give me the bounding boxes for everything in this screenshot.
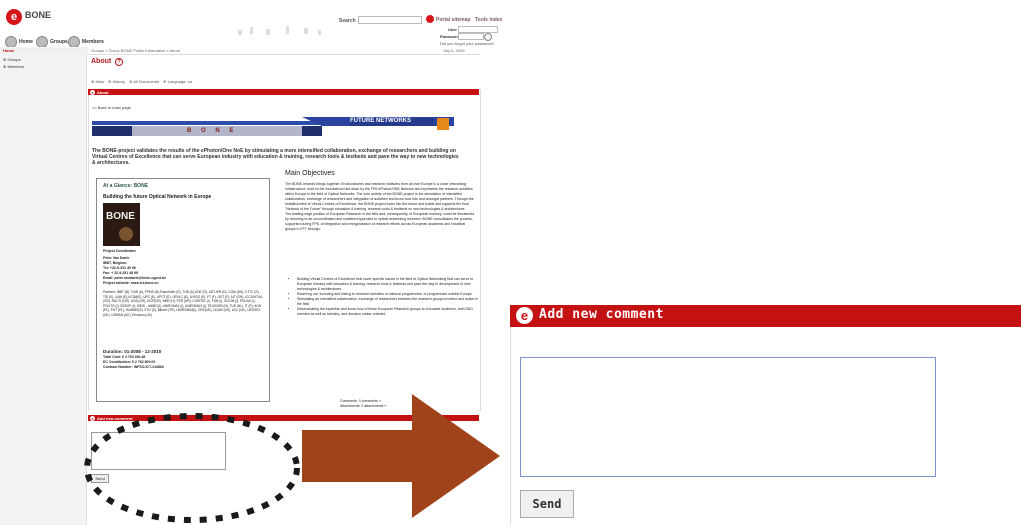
tab-language[interactable]: ⊕ Language: ca	[163, 79, 192, 84]
tab-main[interactable]: ⊕ Main	[91, 79, 104, 84]
site-logo-text[interactable]: BONE	[25, 10, 51, 20]
intro-text: The BONE-project validates the results o…	[92, 148, 459, 166]
panel-border	[510, 327, 511, 525]
e-logo-icon: e	[90, 89, 95, 95]
password-label: Password	[440, 34, 459, 39]
header-decoration	[238, 26, 321, 35]
help-icon[interactable]: ?	[115, 58, 123, 66]
main-objectives-text: The BONE-network brings together 49 labo…	[285, 182, 475, 231]
user-input[interactable]	[458, 26, 498, 33]
current-date: July 6, 2009	[443, 48, 465, 53]
tab-all-documents[interactable]: ⊕ All Documents	[129, 79, 159, 84]
content-tabs: ⊕ Main ⊕ History ⊕ All Documents ⊕ Langu…	[91, 79, 192, 84]
glance-title: At a Glance: BONE	[103, 183, 149, 189]
partners-text: Partners: IBBT (B), TUW (A), FPMS (B),Fr…	[103, 290, 263, 317]
list-item: Disseminating the expertise and know-how…	[297, 307, 480, 317]
coordinator-details: Peter Van Daele IBBT, Belgium Tel: +32-9…	[103, 256, 166, 285]
coordinator-label: Project Coordinator	[103, 249, 136, 253]
send-button[interactable]: Send	[520, 490, 574, 518]
main-objectives-title: Main Objectives	[285, 170, 335, 177]
left-sidebar	[0, 47, 87, 525]
bone-logo-image: BONE	[103, 203, 140, 246]
add-comment-title: Add new comment	[539, 307, 664, 322]
login-go-icon[interactable]	[484, 33, 492, 41]
list-item: Stimulating an intensified collaboration…	[297, 297, 480, 307]
banner-future-networks-text: FUTURE NETWORKS	[350, 118, 411, 124]
tools-index-link[interactable]: Tools index	[475, 17, 502, 23]
search-input[interactable]	[358, 16, 422, 24]
forgot-password-link[interactable]: Did you forget your password?	[440, 41, 494, 46]
tab-history[interactable]: ⊕ History	[108, 79, 125, 84]
nav-members-label: Members	[82, 39, 104, 45]
about-section-bar: e About	[88, 89, 479, 95]
comment-textarea[interactable]	[520, 357, 936, 477]
breadcrumb[interactable]: Groups » Group BONE Public Information »…	[91, 48, 180, 53]
search-go-icon[interactable]	[426, 15, 434, 23]
sidebar-item-members[interactable]: ⊕ Members	[3, 64, 24, 69]
portal-sitemap-link[interactable]: Portal sitemap	[436, 17, 470, 23]
page-title: About	[91, 58, 112, 65]
password-input[interactable]	[458, 33, 484, 40]
objectives-list: Building Virtual Centres of Excellence t…	[291, 277, 480, 317]
nav-home-label: Home	[19, 39, 33, 45]
contract-number-text: Contract Number: INFSO-ICT-216863	[103, 365, 164, 369]
glance-subtitle: Building the future Optical Network in E…	[103, 194, 212, 200]
logo-icon[interactable]: e	[6, 9, 22, 25]
search-label: Search	[339, 18, 356, 24]
zoom-arrow	[302, 394, 500, 518]
e-logo-icon: e	[516, 307, 533, 324]
divider	[88, 54, 480, 55]
user-label: User	[448, 27, 457, 32]
duration-text: Duration: 01-2008 - 12-2010	[103, 349, 162, 354]
back-to-main-link[interactable]: >> Back to main page	[92, 105, 131, 110]
sidebar-item-groups[interactable]: ⊕ Groups	[3, 57, 21, 62]
banner-bone-text: B O N E	[187, 128, 238, 134]
nav-groups-label: Groups	[50, 39, 68, 45]
sidebar-home-link[interactable]: Home	[0, 48, 89, 53]
list-item: Building Virtual Centres of Excellence t…	[297, 277, 480, 292]
highlight-ellipse	[84, 413, 300, 523]
